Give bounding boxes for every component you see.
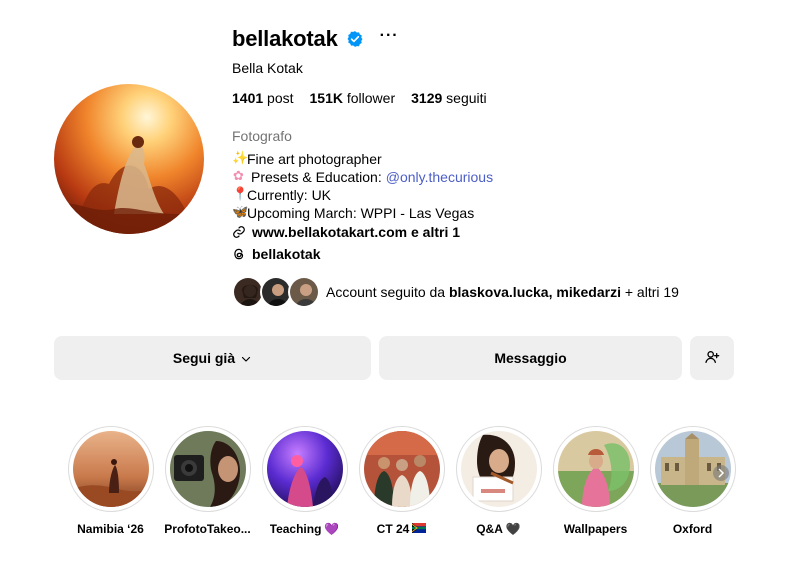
chevron-down-icon [240,352,252,364]
story-highlights: Namibia ‘26 ProfotoTakeo... Teaching 💜 CT… [62,426,741,536]
following-button[interactable]: Segui già [54,336,371,380]
followers-count[interactable]: 151K follower [310,90,396,106]
highlight-cover[interactable] [552,426,639,512]
threads-icon [232,247,246,261]
mention-link[interactable]: @only.thecurious [386,168,493,186]
full-name: Bella Kotak [232,60,303,76]
bio: ✨ Fine art photographer ✿ Presets & Educ… [232,150,493,222]
highlight-label: CT 24 [377,522,427,536]
highlight-label: Oxford [672,522,713,536]
username-row: bellakotak ··· [232,24,752,54]
verified-badge-icon [346,30,364,48]
profile-info: bellakotak ··· Bella Kotak 1401 post 151… [232,24,752,308]
mutual-avatars [232,276,320,308]
highlight-item[interactable]: Teaching 💜 [256,426,353,536]
highlight-cover[interactable] [164,426,251,512]
butterfly-icon: 🦋 [232,205,249,220]
username: bellakotak [232,26,338,51]
posts-count: 1401 post [232,90,294,106]
category-label: Fotografo [232,128,292,144]
highlight-cover[interactable] [261,426,348,512]
bio-line: 🦋 Upcoming March: WPPI - Las Vegas [232,205,475,221]
flower-icon: ✿ [233,169,244,184]
highlight-item[interactable]: Namibia ‘26 [62,426,159,536]
message-button[interactable]: Messaggio [379,336,682,380]
highlight-label: ProfotoTakeo... [164,522,251,536]
highlight-item[interactable]: Wallpapers [547,426,644,536]
sparkles-icon: ✨ [232,151,249,166]
suggest-similar-button[interactable] [690,336,734,380]
purple-heart-icon: 💜 [324,522,340,536]
highlight-label: Q&A 🖤 [476,522,521,536]
black-heart-icon: 🖤 [505,522,521,536]
add-person-icon [704,349,720,368]
bio-line: ✿ Presets & Education: @only.thecurious [233,168,494,186]
more-options-button[interactable]: ··· [380,28,399,47]
bio-line: ✨ Fine art photographer [232,151,382,167]
mutual-followers[interactable]: Account seguito da blaskova.lucka, miked… [232,276,679,308]
profile-avatar[interactable] [54,84,204,234]
highlight-item[interactable]: Q&A 🖤 [450,426,547,536]
south-africa-flag-icon [412,522,427,536]
highlight-label: Teaching 💜 [269,522,340,536]
highlight-cover[interactable] [649,426,736,512]
highlight-item[interactable]: Oxford [644,426,741,536]
following-count[interactable]: 3129 seguiti [411,90,487,106]
link-icon [232,225,246,239]
threads-link[interactable]: bellakotak [232,246,320,262]
highlight-label: Wallpapers [563,522,628,536]
highlight-cover[interactable] [455,426,542,512]
mutual-avatar [288,276,320,308]
bio-line: 📍 Currently: UK [232,187,332,203]
external-link[interactable]: www.bellakotakart.com e altri 1 [232,224,460,240]
pin-icon: 📍 [232,187,249,202]
highlight-cover[interactable] [67,426,154,512]
highlight-label: Namibia ‘26 [77,522,144,536]
highlight-cover[interactable] [358,426,445,512]
highlight-item[interactable]: ProfotoTakeo... [159,426,256,536]
profile-stats: 1401 post 151K follower 3129 seguiti [232,90,487,106]
highlight-item[interactable]: CT 24 [353,426,450,536]
